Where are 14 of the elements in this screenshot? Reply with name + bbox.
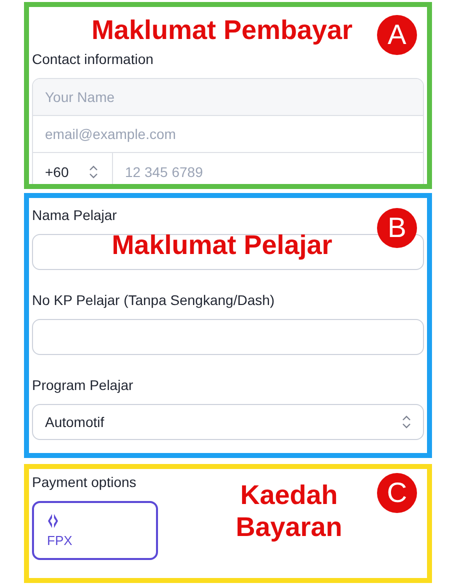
annotation-title: Maklumat Pembayar [91,14,353,46]
annotation-title: Maklumat Pelajar [112,229,332,261]
field-label: No KP Pelajar (Tanpa Sengkang/Dash) [32,291,275,309]
program-select[interactable]: Automotif [32,404,424,440]
letter-badge: A [377,15,417,55]
field-label: Nama Pelajar [32,206,117,224]
section-label: Payment options [32,473,136,491]
field-label: Program Pelajar [32,376,134,394]
letter-badge: B [377,208,417,248]
section-label: Contact information [32,50,154,68]
letter-badge: C [377,473,417,513]
country-code-select[interactable]: +60 [33,153,113,184]
payment-option[interactable]: FPX [32,501,158,560]
annotation-title: Kaedah Bayaran [234,479,344,543]
